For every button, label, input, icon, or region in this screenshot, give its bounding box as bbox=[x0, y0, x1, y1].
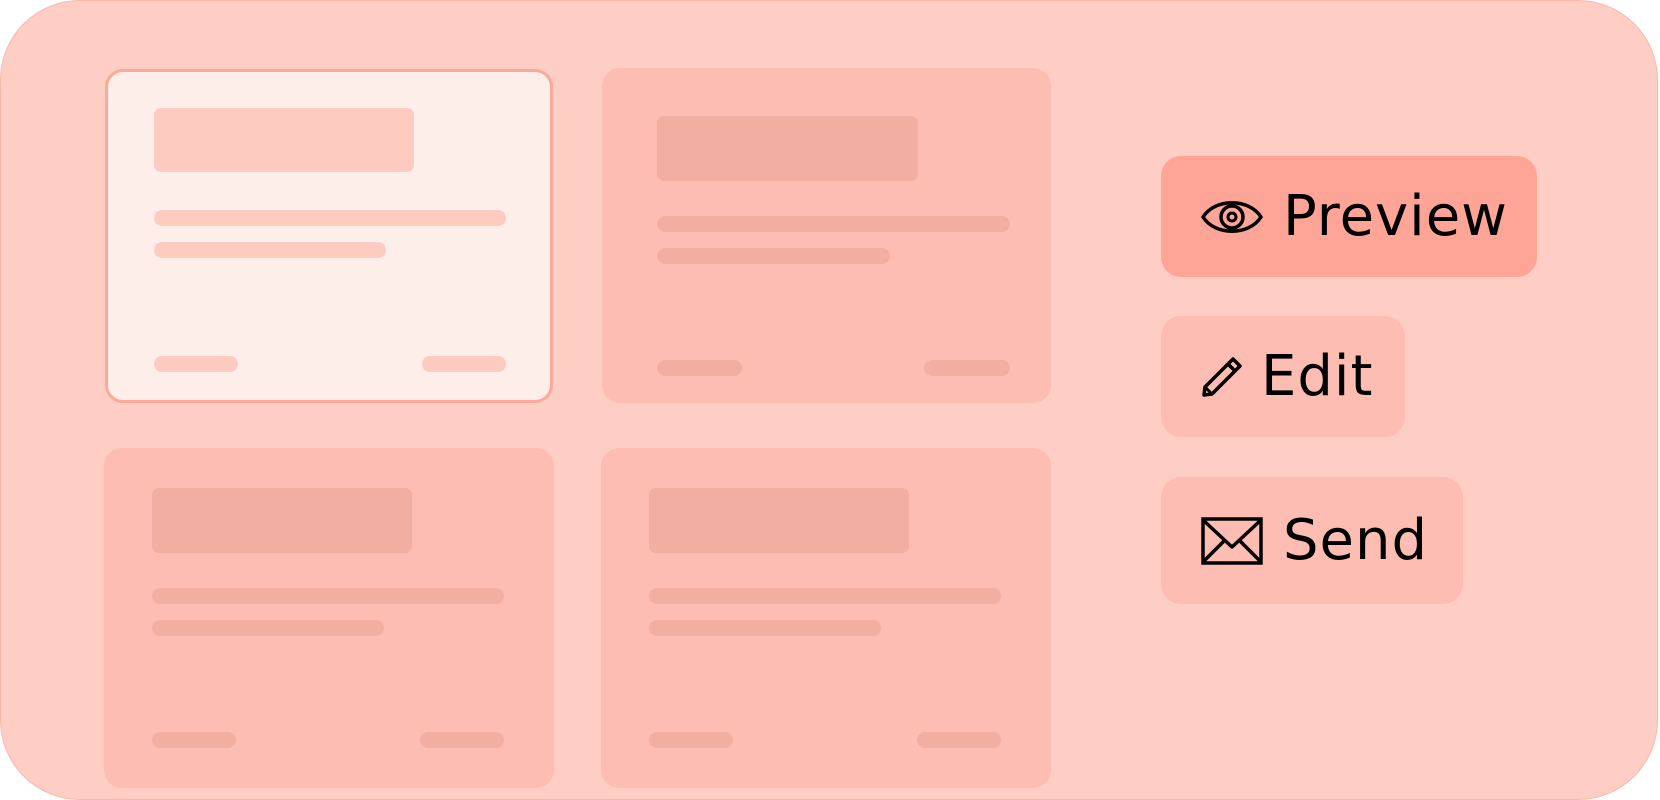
card-text-line-placeholder bbox=[657, 216, 1010, 232]
card-footer-left-placeholder bbox=[649, 732, 733, 748]
card-text-line-placeholder bbox=[657, 248, 890, 264]
preview-button[interactable]: Preview bbox=[1161, 156, 1537, 277]
pencil-icon bbox=[1201, 356, 1243, 398]
edit-label: Edit bbox=[1261, 344, 1374, 409]
card-text-line-placeholder bbox=[154, 210, 506, 226]
card-footer-left-placeholder bbox=[657, 360, 742, 376]
template-card[interactable] bbox=[104, 448, 554, 788]
card-text-line-placeholder bbox=[152, 588, 504, 604]
template-card[interactable] bbox=[601, 448, 1051, 788]
template-card[interactable] bbox=[602, 68, 1051, 403]
eye-icon bbox=[1201, 195, 1263, 239]
card-footer-right-placeholder bbox=[422, 356, 506, 372]
edit-button[interactable]: Edit bbox=[1161, 316, 1405, 437]
card-title-placeholder bbox=[649, 488, 909, 553]
card-title-placeholder bbox=[154, 108, 414, 172]
card-footer-left-placeholder bbox=[154, 356, 238, 372]
card-footer-left-placeholder bbox=[152, 732, 236, 748]
template-card-selected[interactable] bbox=[105, 69, 553, 403]
card-footer-right-placeholder bbox=[917, 732, 1001, 748]
card-footer-right-placeholder bbox=[924, 360, 1010, 376]
app-frame: Preview Edit Send bbox=[0, 0, 1658, 800]
card-footer-right-placeholder bbox=[420, 732, 504, 748]
preview-label: Preview bbox=[1283, 184, 1508, 249]
card-text-line-placeholder bbox=[649, 620, 881, 636]
card-text-line-placeholder bbox=[649, 588, 1001, 604]
card-title-placeholder bbox=[657, 116, 918, 181]
card-title-placeholder bbox=[152, 488, 412, 553]
card-text-line-placeholder bbox=[152, 620, 384, 636]
send-button[interactable]: Send bbox=[1161, 477, 1463, 604]
send-label: Send bbox=[1283, 508, 1429, 573]
envelope-icon bbox=[1201, 516, 1263, 565]
card-text-line-placeholder bbox=[154, 242, 386, 258]
